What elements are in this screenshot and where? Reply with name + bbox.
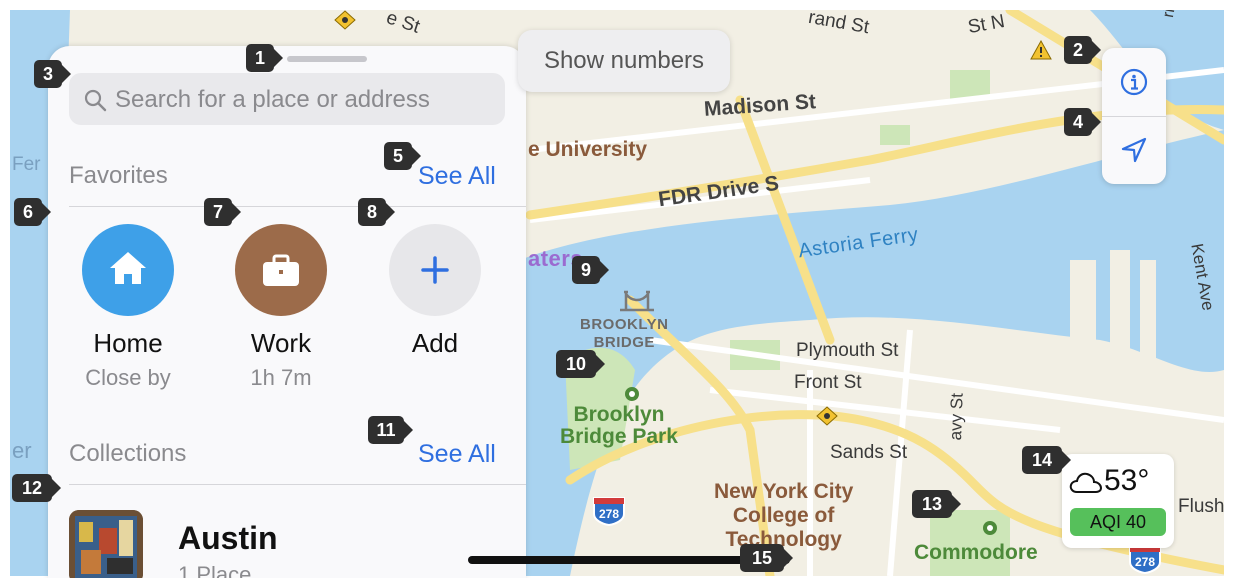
weather-widget[interactable]: 53° AQI 40 (1062, 454, 1174, 548)
number-badge-10-label: 10 (556, 350, 596, 378)
map-label-brooklyn-bridge-park: Brooklyn Bridge Park (560, 403, 678, 448)
map-label-flush: Flush (1178, 496, 1224, 517)
number-badge-2-pointer (1092, 41, 1101, 59)
collection-image (69, 510, 143, 578)
bridge-icon (620, 290, 654, 312)
collections-title: Collections (69, 440, 187, 467)
park-pin-icon-2 (983, 521, 997, 535)
collection-subtitle: 1 Place (178, 562, 252, 578)
collection-title[interactable]: Austin (178, 520, 278, 557)
number-badge-14-pointer (1062, 451, 1071, 469)
number-badge-13-pointer (952, 495, 961, 513)
add-circle[interactable] (389, 224, 481, 316)
favorites-see-all-link[interactable]: See All (418, 162, 496, 191)
search-icon (84, 89, 107, 112)
collection-thumbnail[interactable] (69, 510, 143, 578)
number-badge-10-pointer (596, 355, 605, 373)
favorite-add-name: Add (411, 328, 459, 358)
favorite-home-name: Home (93, 328, 163, 358)
number-badge-2-label: 2 (1064, 36, 1092, 64)
map-label-nyc-college: New York City College of Technology (714, 480, 854, 551)
weather-temperature: 53° (1104, 464, 1150, 497)
number-badge-7-pointer (232, 203, 241, 221)
number-badge-11-label: 11 (368, 416, 404, 444)
briefcase-icon (263, 254, 299, 286)
map-label-university: e University (528, 138, 648, 161)
map-label-navy-st: avy St (946, 392, 967, 441)
number-badge-5-label: 5 (384, 142, 412, 170)
number-badge-15-label: 15 (740, 544, 784, 572)
sheet-grabber[interactable] (287, 56, 367, 62)
number-badge-3-label: 3 (34, 60, 62, 88)
map-label-commodore: Commodore (914, 541, 1038, 564)
number-badge-6-pointer (42, 203, 51, 221)
number-badge-14-label: 14 (1022, 446, 1062, 474)
search-field[interactable]: Search for a place or address (69, 73, 505, 125)
construction-icon[interactable] (334, 10, 356, 30)
highway-278-label: 278 (598, 507, 620, 521)
number-badge-12-label: 12 (12, 474, 52, 502)
work-circle[interactable] (235, 224, 327, 316)
map-label-brooklyn-bridge: BROOKLYN BRIDGE (580, 316, 669, 351)
number-badge-6-label: 6 (14, 198, 42, 226)
map-label-sands-st: Sands St (830, 442, 908, 463)
air-quality-badge: AQI 40 (1070, 508, 1166, 536)
number-badge-12-pointer (52, 479, 61, 497)
number-badge-9-pointer (600, 261, 609, 279)
park-pin-icon (625, 387, 639, 401)
search-placeholder: Search for a place or address (115, 86, 430, 113)
number-badge-1-pointer (274, 49, 283, 67)
info-icon (1120, 68, 1148, 96)
house-icon (110, 252, 146, 284)
map-label-er: er (12, 438, 32, 463)
show-numbers-tooltip[interactable]: Show numbers (518, 30, 730, 92)
map-label-front-st: Front St (794, 372, 862, 393)
cloud-icon (1069, 472, 1103, 493)
favorite-work[interactable]: Work 1h 7m (221, 224, 341, 391)
number-badge-3-pointer (62, 65, 71, 83)
current-location-button[interactable] (1102, 116, 1166, 184)
favorite-work-subtitle: 1h 7m (250, 365, 312, 390)
collections-divider (69, 484, 526, 485)
number-badge-5-pointer (412, 147, 421, 165)
favorite-home[interactable]: Home Close by (68, 224, 188, 391)
favorite-add[interactable]: Add (375, 224, 495, 359)
number-badge-11-pointer (404, 421, 413, 439)
map-info-button[interactable] (1102, 48, 1166, 116)
home-circle[interactable] (82, 224, 174, 316)
highway-278-label-2: 278 (1134, 555, 1156, 569)
location-arrow-icon (1121, 137, 1147, 163)
number-badge-4-label: 4 (1064, 108, 1092, 136)
map-label-plymouth-st: Plymouth St (796, 340, 899, 361)
collections-see-all-link[interactable]: See All (418, 440, 496, 469)
number-badge-15-pointer (784, 549, 793, 567)
number-badge-8-pointer (386, 203, 395, 221)
warning-icon[interactable] (1030, 40, 1052, 60)
number-badge-7-label: 7 (204, 198, 232, 226)
map-label-fer: Fer (12, 154, 41, 175)
number-badge-1-label: 1 (246, 44, 274, 72)
construction-icon-2[interactable] (816, 406, 838, 426)
plus-icon (421, 256, 449, 284)
favorite-work-name: Work (250, 328, 312, 358)
map-controls (1102, 48, 1166, 184)
search-sheet[interactable]: Search for a place or address Favorites … (48, 46, 526, 578)
favorites-title: Favorites (69, 162, 168, 189)
number-badge-9-label: 9 (572, 256, 600, 284)
number-badge-13-label: 13 (912, 490, 952, 518)
number-badge-8-label: 8 (358, 198, 386, 226)
favorite-home-subtitle: Close by (85, 365, 171, 390)
number-badge-4-pointer (1092, 113, 1101, 131)
favorites-divider (69, 206, 526, 207)
